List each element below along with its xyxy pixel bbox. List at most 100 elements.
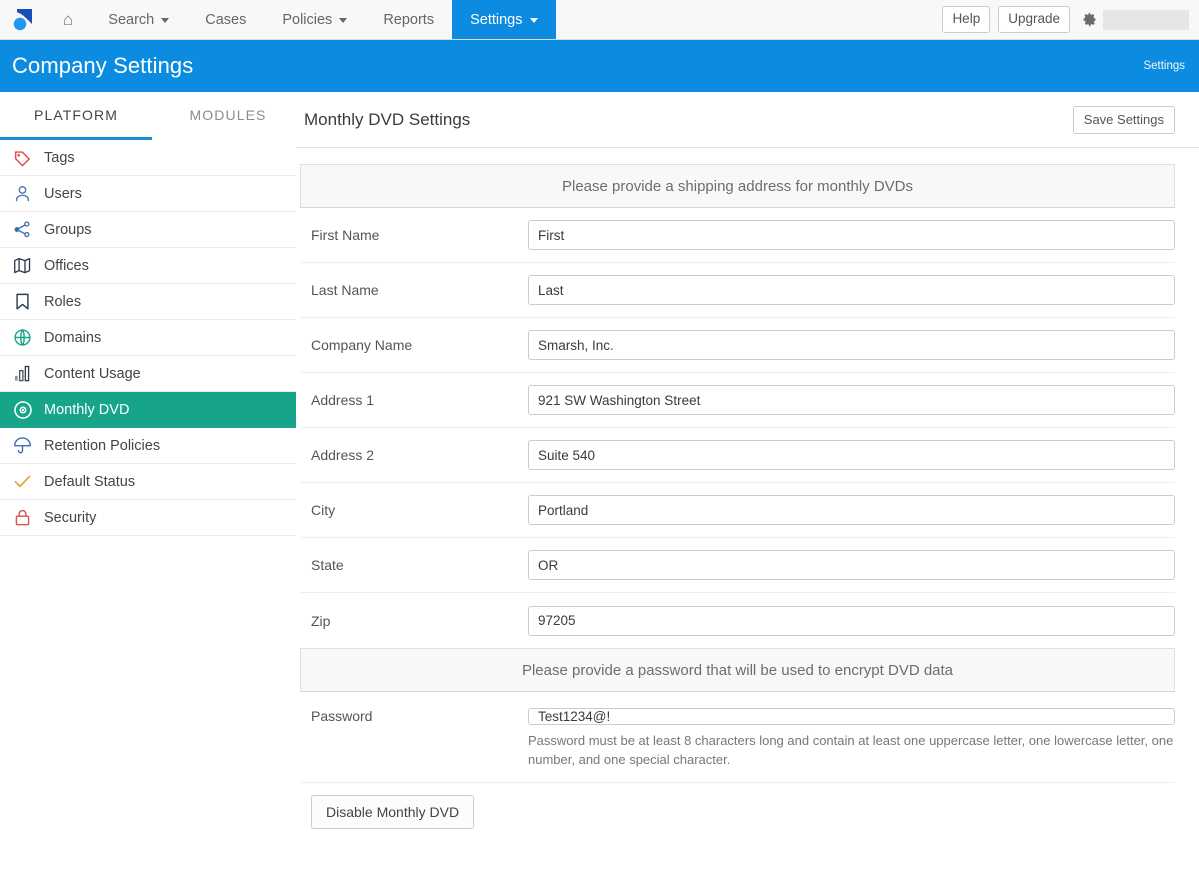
help-button[interactable]: Help — [942, 6, 991, 33]
breadcrumb[interactable]: Settings — [1143, 60, 1185, 72]
nav-item-label: Cases — [205, 11, 247, 28]
field-label: Last Name — [311, 282, 379, 298]
field-label: Company Name — [311, 337, 413, 353]
sidebar-item-domains[interactable]: Domains — [0, 320, 296, 356]
home-icon: ⌂ — [63, 10, 74, 29]
map-icon — [12, 255, 33, 276]
nav-item-search[interactable]: Search — [90, 0, 187, 39]
page-header: Company Settings Settings — [0, 40, 1199, 92]
sidebar-item-content-usage[interactable]: Content Usage — [0, 356, 296, 392]
nav-item-cases[interactable]: Cases — [187, 0, 264, 39]
sidebar-item-roles[interactable]: Roles — [0, 284, 296, 320]
sidebar-item-label: Content Usage — [44, 365, 141, 382]
nav-item-label: Policies — [282, 11, 333, 28]
globe-icon — [12, 327, 33, 348]
smarsh-logo[interactable] — [0, 0, 46, 39]
field-label: Password — [311, 708, 373, 724]
field-row-first-name: First Name — [300, 208, 1175, 263]
company-name-input[interactable] — [528, 330, 1175, 360]
field-row-address-2: Address 2 — [300, 428, 1175, 483]
main-content: Monthly DVD Settings Save Settings Pleas… — [296, 92, 1199, 888]
disable-monthly-dvd-button[interactable]: Disable Monthly DVD — [311, 794, 475, 829]
tag-icon — [12, 148, 33, 169]
field-row-state: State — [300, 538, 1175, 593]
address-1-input[interactable] — [528, 385, 1175, 415]
nav-item-label: Reports — [383, 11, 435, 28]
field-label: Zip — [311, 612, 331, 629]
lock-icon — [12, 507, 33, 528]
nav-item-label: Settings — [470, 11, 523, 28]
sidebar-tabs: PLATFORM MODULES — [0, 92, 296, 140]
field-row-company-name: Company Name — [300, 318, 1175, 373]
nav-items: ⌂ Search Cases Policies Reports Settings — [46, 0, 556, 39]
password-help-text: Password must be at least 8 characters l… — [528, 733, 1174, 767]
tab-modules[interactable]: MODULES — [152, 92, 304, 140]
form-footer-actions: Disable Monthly DVD — [300, 781, 1175, 829]
sidebar-item-label: Groups — [44, 221, 92, 238]
sidebar-item-default-status[interactable]: Default Status — [0, 464, 296, 500]
sidebar-item-label: Users — [44, 185, 82, 202]
umbrella-icon — [12, 435, 33, 456]
bookmark-icon — [12, 291, 33, 312]
page-title: Company Settings — [12, 53, 194, 78]
sidebar-item-label: Offices — [44, 257, 89, 274]
sidebar-item-groups[interactable]: Groups — [0, 212, 296, 248]
sidebar-item-tags[interactable]: Tags — [0, 140, 296, 176]
sidebar-item-label: Retention Policies — [44, 437, 161, 454]
account-name-redacted — [1103, 9, 1189, 30]
field-label: Address 2 — [311, 447, 375, 463]
chevron-down-icon — [529, 18, 538, 23]
sidebar-item-label: Roles — [44, 293, 82, 310]
chevron-down-icon — [161, 18, 170, 23]
first-name-input[interactable] — [528, 220, 1175, 250]
field-row-last-name: Last Name — [300, 263, 1175, 318]
zip-input[interactable] — [528, 605, 1175, 636]
content-shell: PLATFORM MODULES Tags Users Groups Offic… — [0, 92, 1199, 888]
password-input[interactable] — [528, 708, 1175, 725]
field-row-password: Password Password must be at least 8 cha… — [300, 692, 1175, 780]
sidebar-list: Tags Users Groups Offices Roles Domains … — [0, 140, 296, 536]
tab-platform[interactable]: PLATFORM — [0, 92, 152, 140]
sidebar-item-security[interactable]: Security — [0, 500, 296, 536]
sidebar-item-label: Security — [44, 509, 97, 526]
nav-item-home[interactable]: ⌂ — [46, 0, 90, 39]
address-2-input[interactable] — [528, 440, 1175, 470]
check-icon — [12, 471, 33, 492]
sidebar-item-offices[interactable]: Offices — [0, 248, 296, 284]
field-label: First Name — [311, 227, 380, 243]
sidebar-item-retention-policies[interactable]: Retention Policies — [0, 428, 296, 464]
sidebar-item-label: Default Status — [44, 473, 136, 490]
field-label: Address 1 — [311, 392, 375, 408]
field-label: City — [311, 502, 336, 518]
nav-item-reports[interactable]: Reports — [365, 0, 452, 39]
gear-icon — [1083, 12, 1096, 27]
main-title: Monthly DVD Settings — [304, 109, 471, 129]
nav-item-settings[interactable]: Settings — [452, 0, 556, 39]
user-icon — [12, 183, 33, 204]
password-section-heading: Please provide a password that will be u… — [300, 648, 1175, 692]
shipping-section-heading: Please provide a shipping address for mo… — [300, 164, 1175, 208]
account-menu[interactable] — [1082, 9, 1189, 30]
save-settings-button[interactable]: Save Settings — [1072, 105, 1175, 134]
last-name-input[interactable] — [528, 275, 1175, 305]
field-row-zip: Zip — [300, 593, 1175, 648]
city-input[interactable] — [528, 495, 1175, 525]
chevron-down-icon — [339, 18, 348, 23]
sidebar-item-label: Tags — [44, 150, 75, 166]
sidebar-item-label: Monthly DVD — [44, 401, 130, 418]
navbar-right-group: Help Upgrade — [942, 0, 1199, 39]
sidebar-item-label: Domains — [44, 329, 102, 346]
sidebar-item-users[interactable]: Users — [0, 176, 296, 212]
field-row-city: City — [300, 483, 1175, 538]
field-row-address-1: Address 1 — [300, 373, 1175, 428]
nav-item-label: Search — [108, 11, 155, 28]
state-input[interactable] — [528, 550, 1175, 580]
upgrade-button[interactable]: Upgrade — [998, 6, 1070, 33]
field-label: State — [311, 557, 344, 573]
main-header: Monthly DVD Settings Save Settings — [296, 92, 1199, 148]
sidebar: PLATFORM MODULES Tags Users Groups Offic… — [0, 92, 296, 888]
sidebar-item-monthly-dvd[interactable]: Monthly DVD — [0, 392, 296, 428]
top-navbar: ⌂ Search Cases Policies Reports Settings… — [0, 0, 1199, 40]
bar-chart-icon — [12, 363, 33, 384]
nav-item-policies[interactable]: Policies — [264, 0, 365, 39]
